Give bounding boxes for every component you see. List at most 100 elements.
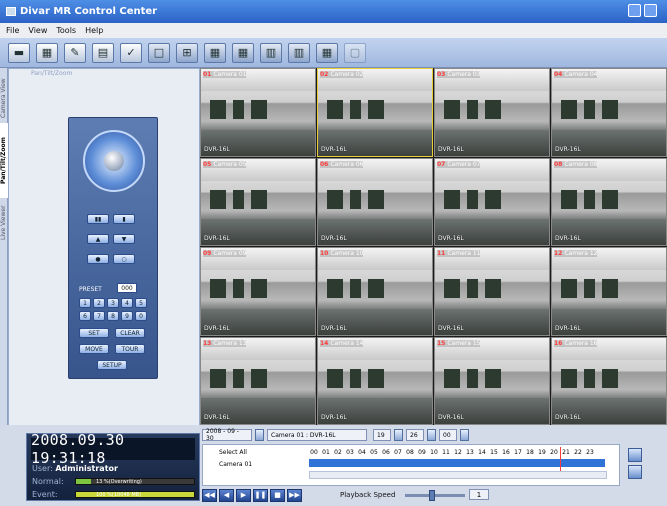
rewind-icon[interactable]: ◀◀ (202, 488, 217, 502)
pause-icon[interactable]: ❚❚ (253, 488, 268, 502)
camera-tile[interactable]: 15 Camera 15 DVR-16L (434, 336, 550, 425)
timeline-hour-label: 07 (394, 449, 402, 456)
hour-spinner[interactable] (394, 429, 403, 441)
playback-speed-slider[interactable] (405, 490, 465, 501)
recorder-icon[interactable]: ▤ (92, 42, 114, 63)
search-icon[interactable] (628, 448, 642, 462)
preset-num-5[interactable]: 5 (135, 298, 147, 308)
select-all-checkbox[interactable]: Select All (219, 449, 247, 456)
user-row: User: Administrator (32, 464, 118, 473)
fast-forward-icon[interactable]: ▶▶ (287, 488, 302, 502)
camera-tile[interactable]: 04 Camera 04 DVR-16L (551, 68, 667, 157)
camera-tile[interactable]: 01 Camera 01 DVR-16L (200, 68, 316, 157)
minute-field[interactable]: 26 (406, 429, 424, 441)
event-label: Event: (32, 490, 58, 499)
scene-window (210, 189, 227, 209)
camera-tile[interactable]: 09 Camera 09 DVR-16L (200, 247, 316, 336)
scene-window (466, 279, 479, 299)
preset-value[interactable]: 000 (117, 283, 137, 293)
maximize-button[interactable] (644, 4, 657, 17)
camera-tile[interactable]: 10 Camera 10 DVR-16L (317, 247, 433, 336)
layout-9-icon[interactable]: ▦ (204, 42, 226, 63)
calendar-icon[interactable] (255, 429, 264, 441)
preset-num-3[interactable]: 3 (107, 298, 119, 308)
stop-icon[interactable]: ■ (270, 488, 285, 502)
camera-name: Camera 06 (330, 160, 364, 168)
iris-close-button[interactable]: ● (87, 254, 109, 264)
focus-far-button[interactable]: ▼ (113, 234, 135, 244)
minute-spinner[interactable] (427, 429, 436, 441)
camera-tile[interactable]: 14 Camera 14 DVR-16L (317, 336, 433, 425)
camera-tile[interactable]: 13 Camera 13 DVR-16L (200, 336, 316, 425)
second-spinner[interactable] (460, 429, 469, 441)
play-icon[interactable]: ▶ (236, 488, 251, 502)
layout-4-icon[interactable]: ⊞ (176, 42, 198, 63)
preset-num-0[interactable]: 0 (135, 311, 147, 321)
camera-tile[interactable]: 12 Camera 12 DVR-16L (551, 247, 667, 336)
timeline-scrollbar[interactable] (309, 471, 607, 479)
camera-tile[interactable]: 05 Camera 05 DVR-16L (200, 157, 316, 246)
preset-tour-button[interactable]: TOUR (115, 344, 145, 354)
layout-8-icon[interactable]: ▥ (288, 42, 310, 63)
play-reverse-icon[interactable]: ◀ (219, 488, 234, 502)
menu-tools[interactable]: Tools (56, 26, 76, 35)
window-title: Divar MR Control Center (20, 6, 158, 17)
scene-window (210, 100, 227, 120)
playback-speed-label: Playback Speed (340, 491, 396, 499)
timeline-hour-label: 13 (466, 449, 474, 456)
camera-tile[interactable]: 08 Camera 08 DVR-16L (551, 157, 667, 246)
preset-clear-button[interactable]: CLEAR (115, 328, 145, 338)
camera-tile[interactable]: 07 Camera 07 DVR-16L (434, 157, 550, 246)
preset-num-6[interactable]: 6 (79, 311, 91, 321)
film-icon[interactable]: ▦ (36, 42, 58, 63)
camera-tile[interactable]: 16 Camera 16 DVR-16L (551, 336, 667, 425)
ptz-setup-button[interactable]: SETUP (97, 360, 127, 370)
camera-label: 09 Camera 09 (203, 250, 247, 257)
check-icon[interactable]: ✓ (120, 42, 142, 63)
preset-num-8[interactable]: 8 (107, 311, 119, 321)
preset-num-1[interactable]: 1 (79, 298, 91, 308)
preset-set-button[interactable]: SET (79, 328, 109, 338)
layout-1-icon[interactable]: □ (148, 42, 170, 63)
layout-6-icon[interactable]: ▥ (260, 42, 282, 63)
preset-num-2[interactable]: 2 (93, 298, 105, 308)
preset-move-button[interactable]: MOVE (79, 344, 109, 354)
hour-field[interactable]: 19 (373, 429, 391, 441)
tab-camera-view[interactable]: Camera View (0, 76, 8, 121)
joystick-knob-icon[interactable] (104, 151, 124, 171)
side-tabs: Camera View Pan/Tilt/Zoom Live Viewer (0, 68, 8, 428)
scene-window (210, 279, 227, 299)
playback-camera-field[interactable]: Camera 01 : DVR-16L (267, 429, 367, 441)
preset-num-4[interactable]: 4 (121, 298, 133, 308)
sequence-icon[interactable]: ▢ (344, 42, 366, 63)
camera-row-label[interactable]: Camera 01 (219, 461, 252, 468)
menu-file[interactable]: File (6, 26, 19, 35)
focus-near-button[interactable]: ▲ (87, 234, 109, 244)
tab-live-viewer[interactable]: Live Viewer (0, 200, 8, 245)
export-icon[interactable] (628, 465, 642, 479)
camera-tile[interactable]: 02 Camera 02 DVR-16L (317, 68, 433, 157)
layout-16-icon[interactable]: ▦ (232, 42, 254, 63)
preset-num-9[interactable]: 9 (121, 311, 133, 321)
preset-num-7[interactable]: 7 (93, 311, 105, 321)
playback-speed-value[interactable]: 1 (469, 489, 489, 500)
minimize-button[interactable] (628, 4, 641, 17)
wrench-icon[interactable]: ✎ (64, 42, 86, 63)
menu-view[interactable]: View (28, 26, 47, 35)
playback-date-field[interactable]: 2008 - 09 - 30 (202, 428, 252, 442)
scene-window (485, 189, 502, 209)
second-field[interactable]: 00 (439, 429, 457, 441)
camera-icon[interactable]: ▬ (8, 42, 30, 63)
zoom-in-button[interactable]: ▮ (113, 214, 135, 224)
camera-number: 01 (203, 71, 212, 78)
speed-slider-thumb[interactable] (429, 490, 435, 501)
camera-tile[interactable]: 06 Camera 06 DVR-16L (317, 157, 433, 246)
layout-13-icon[interactable]: ▦ (316, 42, 338, 63)
camera-tile[interactable]: 03 Camera 03 DVR-16L (434, 68, 550, 157)
zoom-out-button[interactable]: ▮▮ (87, 214, 109, 224)
ptz-joystick[interactable] (83, 130, 145, 192)
menu-help[interactable]: Help (85, 26, 103, 35)
camera-tile[interactable]: 11 Camera 11 DVR-16L (434, 247, 550, 336)
iris-open-button[interactable]: ○ (113, 254, 135, 264)
tab-pan-tilt-zoom[interactable]: Pan/Tilt/Zoom (0, 123, 8, 198)
